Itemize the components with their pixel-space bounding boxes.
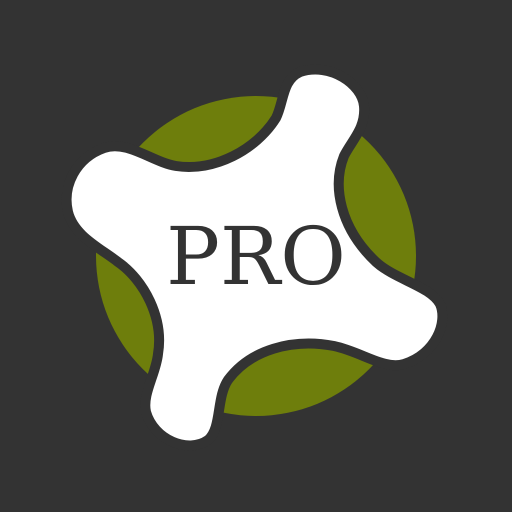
pro-logo-icon: PRO xyxy=(61,64,448,451)
pro-label: PRO xyxy=(166,210,346,303)
app-icon: PRO xyxy=(0,0,512,512)
